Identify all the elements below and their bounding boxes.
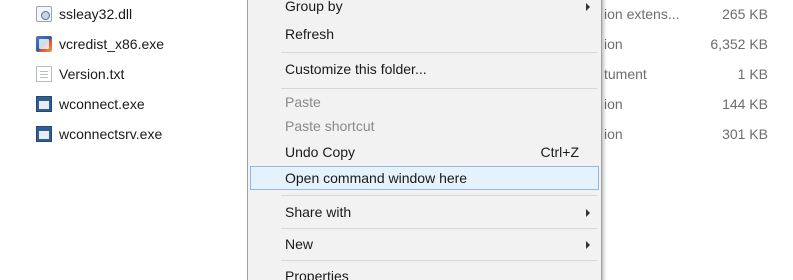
file-row-vcredist[interactable]: vcredist_x86.exe bbox=[36, 32, 256, 56]
file-size-cell: 6,352 KB bbox=[710, 36, 768, 52]
file-type-cell: ion extens... bbox=[604, 6, 680, 22]
menu-item-paste[interactable]: Paste bbox=[250, 90, 599, 114]
explorer-window: ssleay32.dll vcredist_x86.exe Version.tx… bbox=[0, 0, 793, 280]
context-menu: Group by Refresh Customize this folder..… bbox=[247, 0, 602, 280]
file-row-wconnect[interactable]: wconnect.exe bbox=[36, 92, 256, 116]
menu-item-label: New bbox=[285, 236, 314, 252]
menu-item-shortcut: Ctrl+Z bbox=[540, 144, 580, 160]
menu-separator bbox=[281, 195, 597, 196]
menu-item-paste-shortcut[interactable]: Paste shortcut bbox=[250, 114, 599, 138]
menu-separator bbox=[281, 228, 597, 229]
file-row-ssleay32[interactable]: ssleay32.dll bbox=[36, 2, 256, 26]
file-row-wconnectsrv[interactable]: wconnectsrv.exe bbox=[36, 122, 256, 146]
menu-separator bbox=[281, 260, 597, 261]
file-name: vcredist_x86.exe bbox=[59, 36, 165, 52]
menu-item-label: Properties bbox=[285, 268, 349, 280]
text-file-icon bbox=[36, 66, 52, 82]
file-name: wconnectsrv.exe bbox=[59, 126, 163, 142]
menu-item-share-with[interactable]: Share with bbox=[250, 200, 599, 224]
dll-file-icon bbox=[36, 6, 52, 22]
menu-item-label: Share with bbox=[285, 204, 352, 220]
submenu-arrow-icon bbox=[586, 209, 590, 217]
menu-item-open-command-window[interactable]: Open command window here bbox=[250, 166, 599, 190]
menu-separator bbox=[281, 52, 597, 53]
file-type-cell: ion bbox=[604, 126, 623, 142]
file-size-cell: 144 KB bbox=[722, 96, 768, 112]
menu-item-label: Customize this folder... bbox=[285, 61, 427, 77]
menu-item-group-by[interactable]: Group by bbox=[250, 0, 599, 18]
file-size-cell: 1 KB bbox=[737, 66, 768, 82]
menu-item-label: Paste shortcut bbox=[285, 118, 375, 134]
submenu-arrow-icon bbox=[586, 3, 590, 11]
file-size-cell: 301 KB bbox=[722, 126, 768, 142]
menu-item-refresh[interactable]: Refresh bbox=[250, 22, 599, 46]
exe-file-icon bbox=[36, 126, 52, 142]
menu-item-label: Undo Copy bbox=[285, 144, 356, 160]
menu-item-label: Open command window here bbox=[285, 170, 468, 186]
menu-item-new[interactable]: New bbox=[250, 232, 599, 256]
exe-file-icon bbox=[36, 96, 52, 112]
file-type-cell: ion bbox=[604, 96, 623, 112]
setup-exe-icon bbox=[36, 36, 52, 52]
menu-item-label: Refresh bbox=[285, 26, 335, 42]
menu-item-undo-copy[interactable]: Undo Copy Ctrl+Z bbox=[250, 140, 599, 164]
menu-item-label: Group by bbox=[285, 0, 343, 14]
file-name: wconnect.exe bbox=[59, 96, 145, 112]
file-row-version[interactable]: Version.txt bbox=[36, 62, 256, 86]
menu-item-customize-folder[interactable]: Customize this folder... bbox=[250, 57, 599, 81]
file-size-cell: 265 KB bbox=[722, 6, 768, 22]
file-type-cell: ion bbox=[604, 36, 623, 52]
submenu-arrow-icon bbox=[586, 241, 590, 249]
menu-item-label: Paste bbox=[285, 94, 321, 110]
menu-item-properties[interactable]: Properties bbox=[250, 264, 599, 280]
menu-separator bbox=[281, 88, 597, 89]
file-type-cell: tument bbox=[604, 66, 647, 82]
file-name: ssleay32.dll bbox=[59, 6, 133, 22]
file-name: Version.txt bbox=[59, 66, 125, 82]
